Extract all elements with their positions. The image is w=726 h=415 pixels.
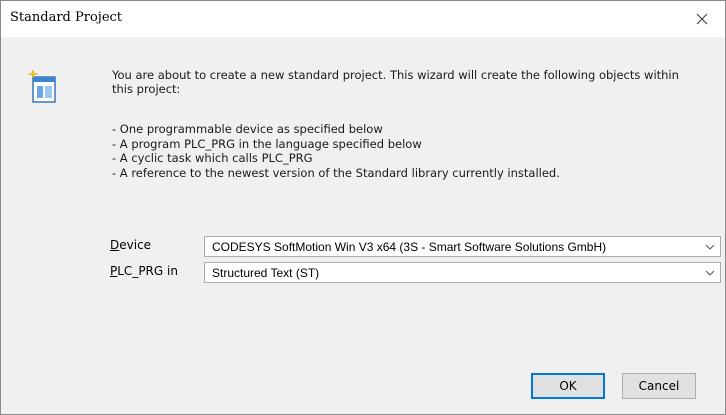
language-select[interactable]: Structured Text (ST)	[204, 262, 721, 283]
intro-text: You are about to create a new standard p…	[112, 68, 679, 96]
device-label: Device	[110, 238, 151, 252]
bullet-item: - A cyclic task which calls PLC_PRG	[112, 151, 313, 165]
chevron-down-icon	[705, 244, 715, 250]
device-label-mnemonic: D	[110, 238, 120, 252]
device-label-rest: evice	[119, 238, 152, 252]
plc-prg-label: PLC_PRG in	[110, 264, 178, 278]
standard-project-dialog: Standard Project You are about to create…	[0, 0, 726, 415]
bullet-item: - One programmable device as specified b…	[112, 122, 383, 136]
close-icon	[696, 13, 708, 25]
bullet-item: - A program PLC_PRG in the language spec…	[112, 136, 422, 151]
ok-button[interactable]: OK	[531, 373, 605, 399]
language-select-value: Structured Text (ST)	[212, 266, 320, 280]
close-button[interactable]	[679, 1, 725, 37]
cancel-button[interactable]: Cancel	[622, 373, 696, 399]
bullet-item: - A reference to the newest version of t…	[112, 165, 560, 180]
plc-prg-label-rest: LC_PRG in	[117, 264, 178, 278]
chevron-down-icon	[705, 270, 715, 276]
window-title: Standard Project	[10, 10, 123, 25]
wizard-icon	[27, 69, 56, 103]
bullet-list: - One programmable device as specified b…	[112, 122, 702, 180]
device-select[interactable]: CODESYS SoftMotion Win V3 x64 (3S - Smar…	[204, 236, 721, 257]
device-select-value: CODESYS SoftMotion Win V3 x64 (3S - Smar…	[212, 240, 607, 254]
title-bar: Standard Project	[1, 1, 725, 37]
